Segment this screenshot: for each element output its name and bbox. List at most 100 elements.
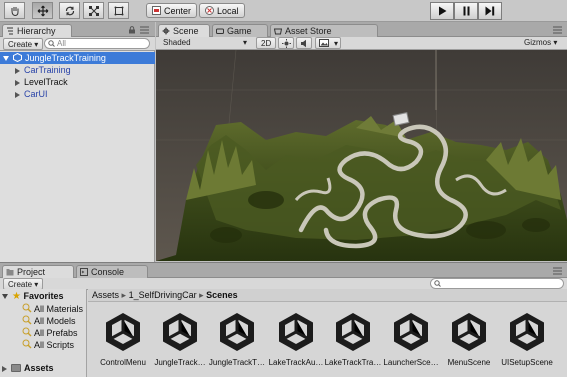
move-arrows-icon	[37, 5, 48, 16]
play-icon	[438, 6, 446, 16]
local-space-icon	[205, 6, 214, 15]
unity-scene-icon	[452, 313, 486, 351]
tab-hierarchy[interactable]: Hierarchy	[2, 24, 72, 37]
audio-toggle[interactable]	[296, 37, 312, 49]
asset-scene-file[interactable]: LakeTrackTra…	[322, 308, 384, 370]
unity-scene-icon	[336, 313, 370, 351]
star-icon: ★	[12, 291, 21, 302]
hand-icon	[11, 6, 18, 16]
asset-label: UISetupScene	[501, 358, 553, 367]
pivot-label: Center	[164, 5, 192, 16]
step-icon	[485, 6, 495, 16]
asset-label: LakeTrackAu…	[268, 358, 324, 367]
breadcrumb-item[interactable]: Assets	[92, 290, 119, 300]
tab-project[interactable]: Project	[2, 265, 74, 278]
tab-asset-store[interactable]: Asset Store	[270, 24, 378, 37]
scale-tool-button[interactable]	[83, 2, 104, 19]
tab-game[interactable]: Game	[212, 24, 268, 37]
rect-tool-button[interactable]	[108, 2, 129, 19]
folder-icon	[11, 364, 21, 372]
asset-label: LauncherSce…	[383, 358, 439, 367]
expand-arrow-icon[interactable]	[15, 91, 20, 98]
hierarchy-panel: Hierarchy Create ▾ All JungleTrackTraini…	[0, 22, 155, 262]
hierarchy-item-label: CarTraining	[24, 65, 71, 75]
hierarchy-scene-root[interactable]: JungleTrackTraining	[0, 52, 155, 64]
favorites-header[interactable]: ★ Favorites	[0, 290, 87, 302]
search-folder-icon	[22, 339, 32, 349]
mode-2d-toggle[interactable]: 2D	[256, 37, 277, 49]
pause-button[interactable]	[454, 2, 478, 20]
panel-menu-icon[interactable]	[553, 267, 563, 275]
tab-console[interactable]: Console	[76, 265, 148, 278]
search-icon	[48, 40, 55, 47]
folder-icon	[6, 269, 14, 276]
asset-scene-file[interactable]: LakeTrackAu…	[265, 308, 327, 370]
space-toggle-button[interactable]: Local	[199, 3, 245, 18]
rotate-icon	[65, 6, 74, 15]
panel-menu-icon[interactable]	[140, 26, 150, 34]
asset-label: JungleTrack…	[154, 358, 206, 367]
create-label: Create	[8, 280, 33, 289]
effects-dropdown[interactable]: ▾	[315, 37, 341, 49]
rotate-tool-button[interactable]	[59, 2, 80, 19]
chevron-down-icon: ▾	[333, 39, 338, 48]
scene-viewport[interactable]	[156, 50, 567, 261]
asset-scene-file[interactable]: JungleTrackT…	[206, 308, 268, 370]
asset-scene-file[interactable]: LauncherSce…	[380, 308, 442, 370]
tab-scene[interactable]: Scene	[158, 24, 210, 37]
hierarchy-tab-icon	[7, 27, 13, 35]
shading-mode-dropdown[interactable]: Shaded ▾	[159, 37, 249, 49]
create-dropdown[interactable]: Create ▾	[3, 38, 44, 50]
hand-tool-button[interactable]	[4, 2, 25, 19]
expand-arrow-icon[interactable]	[3, 56, 9, 62]
lighting-toggle[interactable]	[278, 37, 294, 49]
pivot-toggle-button[interactable]: Center	[146, 3, 198, 18]
favorite-label: All Materials	[34, 304, 84, 314]
asset-scene-file[interactable]: MenuScene	[438, 308, 500, 370]
step-button[interactable]	[478, 2, 502, 20]
lock-icon[interactable]	[128, 26, 136, 34]
favorites-label: Favorites	[23, 291, 64, 301]
tab-console-label: Console	[91, 267, 125, 277]
sun-icon	[282, 39, 291, 48]
breadcrumb-item[interactable]: 1_SelfDrivingCar	[129, 290, 197, 300]
favorite-all-scripts[interactable]: All Scripts	[0, 339, 87, 351]
breadcrumb-item-current[interactable]: Scenes	[206, 290, 238, 300]
tab-project-label: Project	[17, 267, 46, 277]
hierarchy-item-carui[interactable]: CarUI	[0, 88, 155, 100]
hierarchy-subbar: Create ▾ All	[0, 37, 155, 51]
favorite-all-materials[interactable]: All Materials	[0, 303, 87, 315]
tab-asset-store-label: Asset Store	[285, 26, 332, 36]
hierarchy-item-cartraining[interactable]: CarTraining	[0, 64, 155, 76]
expand-arrow-icon[interactable]	[2, 365, 7, 372]
expand-arrow-icon[interactable]	[15, 67, 20, 74]
scale-icon	[88, 5, 99, 16]
asset-store-tab-icon	[274, 28, 282, 35]
asset-scene-file[interactable]: JungleTrack…	[149, 308, 211, 370]
unity-scene-icon	[163, 313, 197, 351]
expand-arrow-icon[interactable]	[2, 294, 8, 300]
hierarchy-search-input[interactable]: All	[44, 38, 150, 49]
search-folder-icon	[22, 315, 32, 325]
terrain-scene-view	[156, 50, 567, 261]
asset-label: JungleTrackT…	[208, 358, 266, 367]
move-tool-button[interactable]	[32, 2, 53, 19]
unity-scene-icon	[106, 313, 140, 351]
assets-root-folder[interactable]: Assets	[0, 362, 87, 374]
project-search-input[interactable]	[430, 278, 564, 289]
asset-scene-file[interactable]: UISetupScene	[496, 308, 558, 370]
gizmos-dropdown[interactable]: Gizmos ▾	[520, 37, 561, 49]
breadcrumb: Assets ▸ 1_SelfDrivingCar ▸ Scenes	[88, 289, 567, 302]
search-icon	[434, 280, 441, 287]
asset-scene-file[interactable]: ControlMenu	[92, 308, 154, 370]
favorite-all-prefabs[interactable]: All Prefabs	[0, 327, 87, 339]
scene-tab-icon	[162, 27, 170, 35]
mode-2d-label: 2D	[261, 39, 272, 48]
shading-mode-label: Shaded	[163, 38, 191, 47]
expand-arrow-icon[interactable]	[15, 79, 20, 86]
hierarchy-item-leveltrack[interactable]: LevelTrack	[0, 76, 155, 88]
play-button[interactable]	[430, 2, 454, 20]
favorite-all-models[interactable]: All Models	[0, 315, 87, 327]
panel-menu-icon[interactable]	[553, 26, 563, 34]
unity-scene-icon	[279, 313, 313, 351]
